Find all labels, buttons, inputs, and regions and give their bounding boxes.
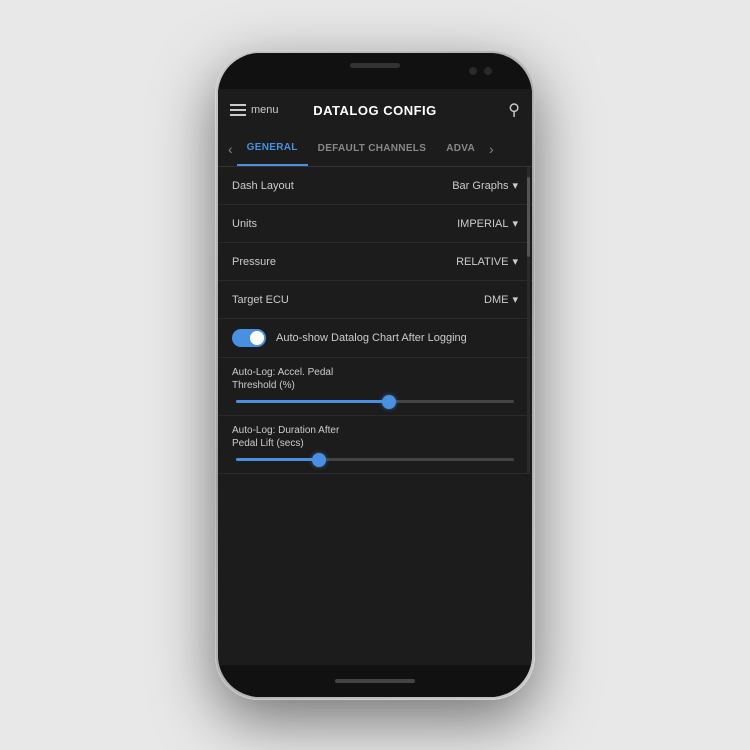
settings-list: Dash Layout Bar Graphs ▾ Units IMPERIAL … bbox=[218, 167, 532, 474]
dash-layout-text: Bar Graphs bbox=[452, 180, 508, 192]
accel-pedal-track[interactable] bbox=[236, 400, 514, 403]
units-dropdown-icon: ▾ bbox=[512, 217, 518, 230]
target-ecu-label: Target ECU bbox=[232, 294, 289, 306]
scrollbar-thumb[interactable] bbox=[527, 177, 530, 257]
target-ecu-value[interactable]: DME ▾ bbox=[484, 293, 518, 306]
app-header: menu DATALOG CONFIG ⚲ bbox=[218, 89, 532, 131]
setting-pressure: Pressure RELATIVE ▾ bbox=[218, 243, 532, 281]
accel-pedal-thumb[interactable] bbox=[382, 395, 396, 409]
screen-content: menu DATALOG CONFIG ⚲ ‹ GENERAL DEFAULT … bbox=[218, 89, 532, 665]
setting-dash-layout: Dash Layout Bar Graphs ▾ bbox=[218, 167, 532, 205]
menu-label: menu bbox=[251, 104, 279, 116]
units-text: IMPERIAL bbox=[457, 218, 508, 230]
tab-arrow-left[interactable]: ‹ bbox=[224, 141, 237, 157]
pressure-value[interactable]: RELATIVE ▾ bbox=[456, 255, 518, 268]
accel-pedal-label: Auto-Log: Accel. PedalThreshold (%) bbox=[232, 366, 518, 392]
duration-after-thumb[interactable] bbox=[312, 453, 326, 467]
tab-advanced[interactable]: ADVA bbox=[436, 131, 485, 166]
menu-button[interactable] bbox=[230, 104, 246, 116]
units-label: Units bbox=[232, 218, 257, 230]
scrollbar bbox=[527, 167, 530, 474]
slider-duration-after: Auto-Log: Duration AfterPedal Lift (secs… bbox=[218, 416, 532, 474]
phone-device: menu DATALOG CONFIG ⚲ ‹ GENERAL DEFAULT … bbox=[215, 50, 535, 700]
duration-after-track[interactable] bbox=[236, 458, 514, 461]
target-ecu-dropdown-icon: ▾ bbox=[512, 293, 518, 306]
target-ecu-text: DME bbox=[484, 294, 508, 306]
phone-screen: menu DATALOG CONFIG ⚲ ‹ GENERAL DEFAULT … bbox=[218, 53, 532, 697]
setting-units: Units IMPERIAL ▾ bbox=[218, 205, 532, 243]
dash-layout-value[interactable]: Bar Graphs ▾ bbox=[452, 179, 518, 192]
page-title: DATALOG CONFIG bbox=[313, 103, 437, 118]
units-value[interactable]: IMPERIAL ▾ bbox=[457, 217, 518, 230]
pressure-label: Pressure bbox=[232, 256, 276, 268]
toggle-auto-show[interactable]: Auto-show Datalog Chart After Logging bbox=[218, 319, 532, 358]
dash-layout-label: Dash Layout bbox=[232, 180, 294, 192]
slider-accel-pedal: Auto-Log: Accel. PedalThreshold (%) bbox=[218, 358, 532, 416]
camera-dot bbox=[469, 67, 477, 75]
toggle-label: Auto-show Datalog Chart After Logging bbox=[276, 332, 467, 344]
duration-after-fill bbox=[236, 458, 319, 461]
home-indicator bbox=[335, 679, 415, 683]
settings-panel: Dash Layout Bar Graphs ▾ Units IMPERIAL … bbox=[218, 167, 532, 474]
tab-bar: ‹ GENERAL DEFAULT CHANNELS ADVA › bbox=[218, 131, 532, 167]
tab-general[interactable]: GENERAL bbox=[237, 131, 308, 166]
setting-target-ecu: Target ECU DME ▾ bbox=[218, 281, 532, 319]
phone-bottom-bar bbox=[218, 665, 532, 697]
toggle-switch[interactable] bbox=[232, 329, 266, 347]
speaker bbox=[350, 63, 400, 68]
pressure-text: RELATIVE bbox=[456, 256, 508, 268]
pressure-dropdown-icon: ▾ bbox=[512, 255, 518, 268]
search-icon[interactable]: ⚲ bbox=[508, 100, 520, 120]
tab-default-channels[interactable]: DEFAULT CHANNELS bbox=[308, 131, 437, 166]
accel-pedal-fill bbox=[236, 400, 389, 403]
phone-top-bar bbox=[218, 53, 532, 89]
camera-dot2 bbox=[484, 67, 492, 75]
tab-arrow-right[interactable]: › bbox=[485, 141, 498, 157]
duration-after-label: Auto-Log: Duration AfterPedal Lift (secs… bbox=[232, 424, 518, 450]
dash-layout-dropdown-icon: ▾ bbox=[512, 179, 518, 192]
